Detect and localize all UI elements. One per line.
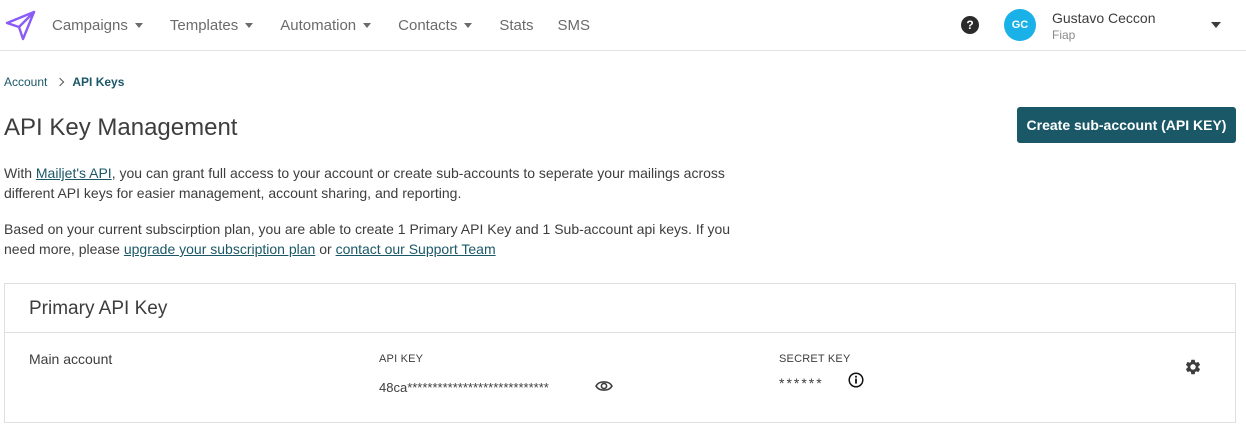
chevron-right-icon — [56, 77, 65, 87]
nav-contacts[interactable]: Contacts — [398, 16, 473, 34]
user-organization: Fiap — [1052, 28, 1076, 42]
nav-stats[interactable]: Stats — [499, 17, 533, 34]
paper-plane-icon[interactable] — [4, 8, 38, 42]
plan-description-middle: or — [315, 241, 336, 257]
api-description-prefix: With — [4, 165, 36, 181]
upgrade-plan-link[interactable]: upgrade your subscription plan — [124, 241, 315, 257]
nav-contacts-label: Contacts — [398, 16, 458, 34]
api-description-suffix: , you can grant full access to your acco… — [4, 165, 725, 201]
contact-support-link[interactable]: contact our Support Team — [336, 241, 496, 257]
secret-key-label: SECRET KEY — [779, 353, 851, 365]
breadcrumb-current: API Keys — [72, 75, 125, 89]
nav-automation[interactable]: Automation — [280, 16, 372, 34]
api-key-label: API KEY — [379, 353, 424, 365]
avatar[interactable]: GC — [1004, 9, 1036, 41]
plan-description: Based on your current subscirption plan,… — [4, 219, 744, 259]
top-navigation: Campaigns Templates Automation Contacts … — [0, 0, 1246, 51]
create-sub-account-button[interactable]: Create sub-account (API KEY) — [1017, 107, 1236, 143]
nav-automation-label: Automation — [280, 16, 357, 34]
help-circle-icon[interactable]: ? — [961, 16, 979, 34]
breadcrumb: Account API Keys — [4, 75, 124, 89]
nav-templates[interactable]: Templates — [169, 16, 254, 34]
chevron-down-icon — [245, 23, 254, 28]
secret-key-value: ****** — [779, 375, 824, 391]
mailjet-api-link[interactable]: Mailjet's API — [36, 165, 112, 181]
card-title: Primary API Key — [29, 298, 168, 319]
user-menu-chevron-down-icon[interactable] — [1211, 22, 1221, 28]
user-name[interactable]: Gustavo Ceccon — [1052, 10, 1156, 26]
gear-icon[interactable] — [1184, 358, 1202, 376]
breadcrumb-account-link[interactable]: Account — [4, 75, 47, 89]
nav-sms-label: SMS — [557, 16, 591, 34]
api-key-value: 48ca**************************** — [379, 380, 549, 395]
nav-sms[interactable]: SMS — [558, 17, 591, 34]
nav-stats-label: Stats — [499, 16, 534, 34]
main-menu: Campaigns Templates Automation Contacts … — [52, 0, 614, 50]
chevron-down-icon — [464, 23, 473, 28]
api-description: With Mailjet's API, you can grant full a… — [4, 163, 744, 203]
chevron-down-icon — [134, 23, 143, 28]
chevron-down-icon — [363, 23, 372, 28]
nav-campaigns[interactable]: Campaigns — [52, 17, 143, 34]
nav-templates-label: Templates — [169, 16, 239, 34]
card-header: Primary API Key — [5, 284, 1235, 333]
eye-icon[interactable] — [595, 379, 613, 393]
page-title: API Key Management — [4, 114, 238, 141]
info-icon[interactable] — [848, 372, 864, 388]
account-name: Main account — [29, 351, 113, 367]
nav-campaigns-label: Campaigns — [52, 16, 128, 34]
primary-api-key-card: Primary API Key Main account API KEY 48c… — [4, 283, 1236, 423]
